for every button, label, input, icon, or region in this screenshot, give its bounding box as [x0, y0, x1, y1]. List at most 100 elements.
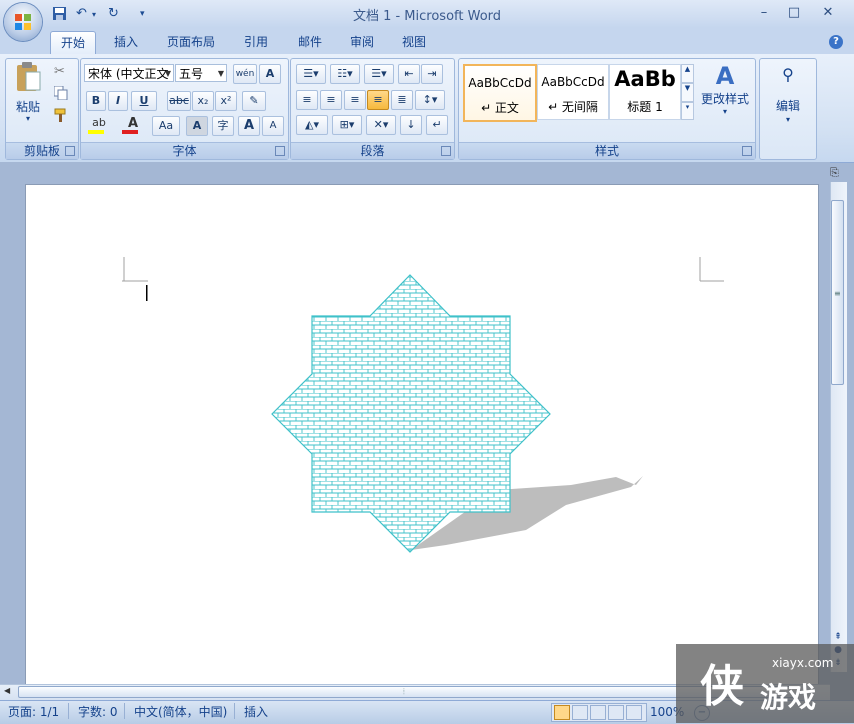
more-icon[interactable]: ▾ [681, 102, 694, 120]
watermark-name: 游戏 [760, 681, 817, 714]
tab-mailings[interactable]: 邮件 [288, 31, 332, 53]
copy-icon[interactable] [53, 85, 70, 102]
page-count[interactable]: 页面: 1/1 [8, 703, 59, 721]
style-no-spacing[interactable]: AaBbCcDd ↵ 无间隔 [537, 64, 609, 120]
text-cursor [146, 285, 148, 301]
clear-format-icon[interactable]: ✎ [242, 91, 266, 111]
enclose-char-button[interactable]: 字 [212, 116, 234, 136]
paste-icon [17, 62, 41, 91]
ruler-toggle-icon[interactable]: ⎘ [830, 166, 846, 182]
minimize-button[interactable]: – [752, 4, 776, 22]
char-shading-button[interactable]: A [186, 116, 208, 136]
tab-view[interactable]: 视图 [392, 31, 436, 53]
web-layout-icon[interactable] [590, 705, 606, 720]
cut-icon[interactable]: ✂ [54, 64, 70, 80]
page-canvas [122, 257, 724, 553]
font-name-combo[interactable]: 宋体 (中文正文 ▼ [84, 64, 174, 82]
align-right-icon[interactable]: ≡ [344, 90, 366, 110]
eight-point-star-shape[interactable] [271, 274, 551, 553]
status-divider [68, 703, 69, 719]
dialog-launcher-icon[interactable] [65, 146, 75, 156]
increase-indent-icon[interactable]: ⇥ [421, 64, 443, 84]
style-sample: AaBbCcDd [541, 75, 605, 89]
vertical-scroll-thumb[interactable]: ≡ [831, 200, 844, 385]
status-divider [234, 703, 235, 719]
numbering-icon[interactable]: ☷▾ [330, 64, 360, 84]
superscript-button[interactable]: x² [215, 91, 237, 111]
draft-view-icon[interactable] [626, 705, 642, 720]
chevron-up-icon[interactable]: ▲ [681, 64, 694, 83]
decrease-indent-icon[interactable]: ⇤ [398, 64, 420, 84]
bold-button[interactable]: B [86, 91, 106, 111]
dialog-launcher-icon[interactable] [742, 146, 752, 156]
phonetic-guide-button[interactable]: wén [233, 64, 257, 84]
shrink-font-button[interactable]: A [262, 116, 284, 136]
editing-group[interactable]: ⚲ 编辑 ▾ [759, 58, 817, 160]
office-button[interactable] [4, 3, 42, 41]
borders-icon[interactable]: ⊞▾ [332, 115, 362, 135]
help-icon[interactable]: ? [829, 35, 843, 49]
strikethrough-button[interactable]: abc [167, 91, 191, 111]
sort-icon[interactable]: ↓ [400, 115, 422, 135]
dialog-launcher-icon[interactable] [275, 146, 285, 156]
tab-references[interactable]: 引用 [234, 31, 278, 53]
bullets-icon[interactable]: ☰▾ [296, 64, 326, 84]
font-size-combo[interactable]: 五号 ▼ [175, 64, 227, 82]
scroll-left-icon[interactable]: ◀ [4, 686, 10, 695]
tab-review[interactable]: 审阅 [340, 31, 384, 53]
paste-button[interactable]: 粘贴 ▾ [12, 62, 44, 128]
italic-button[interactable]: I [108, 91, 128, 111]
watermark-site: xiayx.com [772, 656, 834, 670]
grow-font-button[interactable]: A [238, 116, 260, 136]
paste-arrow-icon[interactable]: ▾ [12, 114, 44, 123]
maximize-button[interactable]: □ [782, 4, 806, 22]
font-name-value: 宋体 (中文正文 [88, 67, 169, 81]
font-color-button[interactable]: A [120, 116, 146, 134]
char-border-button[interactable]: A [259, 64, 281, 84]
change-styles-button[interactable]: A 更改样式 ▾ [698, 62, 752, 128]
line-spacing-icon[interactable]: ↕▾ [415, 90, 445, 110]
prev-page-icon[interactable]: ⇞ [832, 632, 844, 642]
style-normal[interactable]: AaBbCcDd ↵ 正文 [463, 64, 537, 122]
chinese-layout-icon[interactable]: ✕▾ [366, 115, 396, 135]
tab-page-layout[interactable]: 页面布局 [158, 31, 224, 53]
highlight-color-button[interactable]: ab [86, 116, 112, 134]
dialog-launcher-icon[interactable] [441, 146, 451, 156]
watermark-logo: 侠 [700, 661, 744, 712]
close-button[interactable]: ✕ [816, 4, 840, 22]
status-divider [124, 703, 125, 719]
view-buttons [551, 703, 647, 722]
align-center-icon[interactable]: ≡ [320, 90, 342, 110]
language-status[interactable]: 中文(简体，中国) [134, 703, 227, 721]
underline-button[interactable]: U [131, 91, 157, 111]
grip-icon: ⦙ [403, 687, 405, 696]
word-count[interactable]: 字数: 0 [78, 703, 118, 721]
window-title: 文档 1 - Microsoft Word [352, 9, 502, 24]
style-heading-1[interactable]: AaBb 标题 1 [609, 64, 681, 120]
subscript-button[interactable]: x₂ [192, 91, 214, 111]
align-left-icon[interactable]: ≡ [296, 90, 318, 110]
styles-scroll[interactable]: ▲ ▼ ▾ [681, 64, 694, 120]
show-marks-icon[interactable]: ↵ [426, 115, 448, 135]
multilevel-list-icon[interactable]: ☰▾ [364, 64, 394, 84]
shading-icon[interactable]: ◭▾ [296, 115, 328, 135]
justify-icon[interactable]: ≡ [367, 90, 389, 110]
insert-mode-status[interactable]: 插入 [244, 703, 268, 721]
font-group-label: 字体 [81, 142, 288, 159]
change-styles-label: 更改样式 [700, 92, 749, 106]
tab-insert[interactable]: 插入 [104, 31, 148, 53]
style-sample: AaBbCcDd [468, 76, 532, 90]
format-painter-icon[interactable] [54, 108, 70, 124]
tab-home[interactable]: 开始 [50, 31, 96, 54]
full-screen-reading-icon[interactable] [572, 705, 588, 720]
crop-mark-left [122, 257, 148, 282]
grip-icon: ≡ [834, 289, 841, 298]
distributed-icon[interactable]: ≣ [391, 90, 413, 110]
print-layout-view-icon[interactable] [554, 705, 570, 720]
chevron-down-icon: ▼ [217, 69, 224, 78]
outline-view-icon[interactable] [608, 705, 624, 720]
paragraph-group-label: 段落 [291, 142, 454, 159]
document-page[interactable] [25, 184, 819, 694]
chevron-down-icon[interactable]: ▼ [681, 83, 694, 102]
change-case-button[interactable]: Aa [152, 116, 180, 136]
